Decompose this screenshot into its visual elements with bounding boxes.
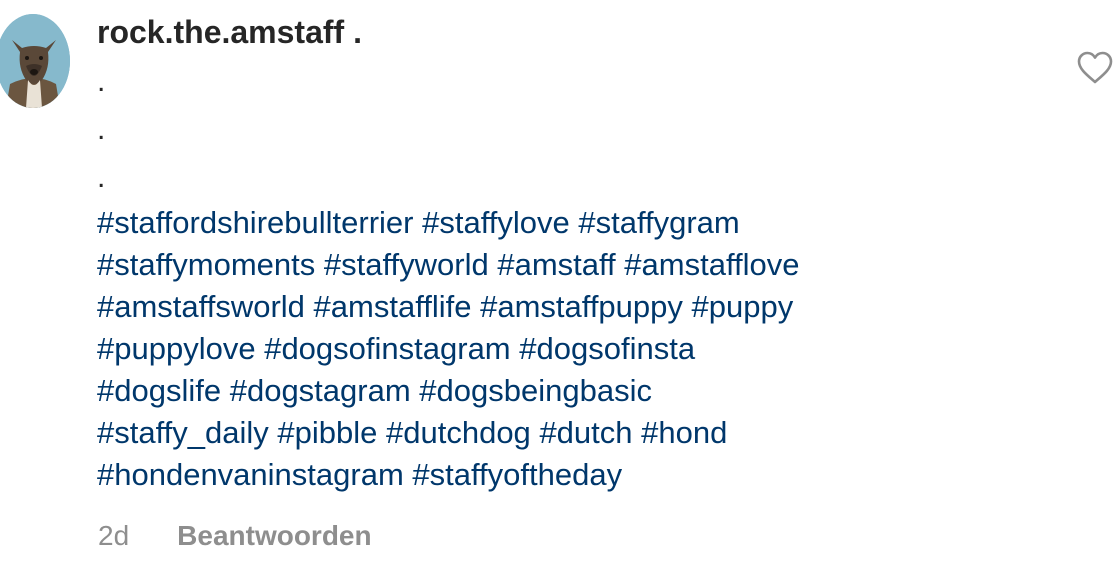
dog-avatar-image <box>0 14 70 108</box>
hashtag-link[interactable]: #staffygram <box>578 205 739 240</box>
hashtag-link[interactable]: #dutch <box>539 415 632 450</box>
hashtag-line: #dogslife #dogstagram #dogsbeingbasic <box>97 370 1027 412</box>
dot-line: . <box>97 161 106 194</box>
username-suffix: . <box>344 14 362 50</box>
hashtag-line: #staffordshirebullterrier #staffylove #s… <box>97 202 1027 244</box>
dot-line: . <box>97 113 106 146</box>
hashtag-link[interactable]: #amstafflife <box>314 289 472 324</box>
comment-header: rock.the.amstaff . <box>97 10 1057 54</box>
hashtag-link[interactable]: #staffyworld <box>324 247 489 282</box>
hashtag-link[interactable]: #dutchdog <box>386 415 531 450</box>
hashtag-link[interactable]: #pibble <box>277 415 377 450</box>
comment-meta: 2d Beantwoorden <box>98 518 372 554</box>
hashtag-link[interactable]: #hondenvaninstagram <box>97 457 404 492</box>
hashtag-link[interactable]: #dogsbeingbasic <box>419 373 652 408</box>
hashtag-link[interactable]: #staffylove <box>422 205 570 240</box>
hashtag-block: #staffordshirebullterrier #staffylove #s… <box>97 202 1027 496</box>
hashtag-link[interactable]: #amstaffsworld <box>97 289 305 324</box>
comment-dots: . . . <box>97 58 1057 202</box>
comment-timestamp: 2d <box>98 520 130 551</box>
comment: rock.the.amstaff . . . . #staffordshireb… <box>97 10 1057 496</box>
hashtag-link[interactable]: #staffyoftheday <box>412 457 622 492</box>
hashtag-line: #amstaffsworld #amstafflife #amstaffpupp… <box>97 286 1027 328</box>
dot-line: . <box>97 65 106 98</box>
hashtag-link[interactable]: #staffy_daily <box>97 415 269 450</box>
hashtag-link[interactable]: #hond <box>641 415 727 450</box>
hashtag-link[interactable]: #dogsofinsta <box>519 331 695 366</box>
hashtag-link[interactable]: #puppylove <box>97 331 256 366</box>
hashtag-link[interactable]: #amstafflove <box>624 247 799 282</box>
hashtag-line: #puppylove #dogsofinstagram #dogsofinsta <box>97 328 1027 370</box>
hashtag-link[interactable]: #staffymoments <box>97 247 315 282</box>
username-link[interactable]: rock.the.amstaff <box>97 14 344 50</box>
hashtag-link[interactable]: #dogslife <box>97 373 221 408</box>
hashtag-link[interactable]: #dogsofinstagram <box>264 331 510 366</box>
heart-outline-icon <box>1077 51 1113 84</box>
hashtag-link[interactable]: #staffordshirebullterrier <box>97 205 413 240</box>
like-button[interactable] <box>1077 51 1113 85</box>
reply-button[interactable]: Beantwoorden <box>177 520 371 551</box>
hashtag-line: #staffy_daily #pibble #dutchdog #dutch #… <box>97 412 1027 454</box>
hashtag-link[interactable]: #amstaff <box>497 247 615 282</box>
hashtag-link[interactable]: #dogstagram <box>230 373 411 408</box>
hashtag-line: #hondenvaninstagram #staffyoftheday <box>97 454 1027 496</box>
avatar[interactable] <box>0 14 70 108</box>
hashtag-link[interactable]: #amstaffpuppy <box>480 289 683 324</box>
hashtag-link[interactable]: #puppy <box>692 289 794 324</box>
hashtag-line: #staffymoments #staffyworld #amstaff #am… <box>97 244 1027 286</box>
